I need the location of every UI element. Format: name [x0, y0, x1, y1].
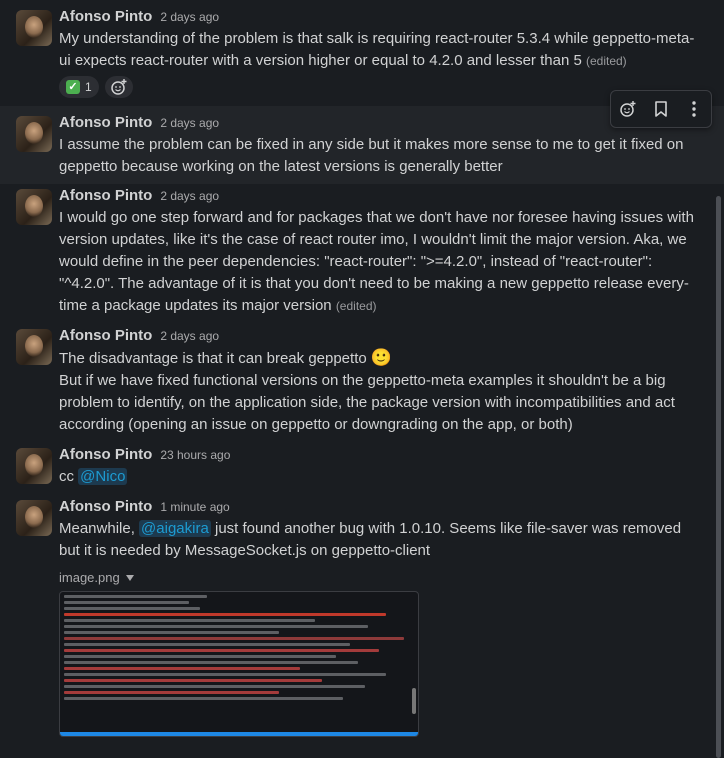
reaction-count: 1 [85, 80, 92, 94]
message: Afonso Pinto 23 hours ago cc @Nico [0, 446, 724, 488]
edited-label: (edited) [585, 54, 627, 68]
more-actions-button[interactable] [681, 96, 707, 122]
caret-down-icon [125, 574, 134, 581]
avatar[interactable] [16, 189, 52, 225]
edited-label: (edited) [335, 299, 377, 313]
reaction-check[interactable]: ✓ 1 [59, 76, 99, 98]
timestamp[interactable]: 2 days ago [160, 116, 219, 130]
message: Afonso Pinto 2 days ago The disadvantage … [0, 327, 724, 436]
more-vertical-icon [692, 101, 697, 117]
add-emoji-icon [619, 101, 636, 117]
author-name[interactable]: Afonso Pinto [59, 187, 152, 204]
author-name[interactable]: Afonso Pinto [59, 498, 152, 515]
message: Afonso Pinto 2 days ago I would go one st… [0, 187, 724, 317]
attachment-filename[interactable]: image.png [59, 570, 120, 585]
author-name[interactable]: Afonso Pinto [59, 446, 152, 463]
user-mention[interactable]: @Nico [78, 468, 128, 485]
avatar[interactable] [16, 10, 52, 46]
slightly-smiling-emoji: 🙂 [370, 348, 393, 367]
avatar[interactable] [16, 500, 52, 536]
message-text: cc @Nico [59, 468, 128, 485]
message-text: My understanding of the problem is that … [59, 30, 695, 69]
avatar[interactable] [16, 116, 52, 152]
avatar[interactable] [16, 329, 52, 365]
message-text: I would go one step forward and for pack… [59, 209, 694, 314]
timestamp[interactable]: 1 minute ago [160, 500, 229, 514]
add-reaction-button[interactable] [104, 76, 133, 98]
preview-scrollbar [412, 688, 416, 714]
timestamp[interactable]: 2 days ago [160, 329, 219, 343]
message-text: The disadvantage is that it can break ge… [59, 348, 675, 433]
message-actions-toolbar [610, 90, 712, 128]
author-name[interactable]: Afonso Pinto [59, 327, 152, 344]
message: Afonso Pinto 2 days ago My understanding … [0, 8, 724, 98]
preview-status-bar [60, 732, 418, 736]
image-attachment-preview[interactable] [59, 591, 419, 737]
checkmark-icon: ✓ [66, 80, 80, 94]
save-bookmark-action[interactable] [648, 96, 674, 122]
author-name[interactable]: Afonso Pinto [59, 8, 152, 25]
message-text: Meanwhile, @aigakira just found another … [59, 520, 682, 559]
timestamp[interactable]: 23 hours ago [160, 448, 230, 462]
add-emoji-icon [110, 79, 127, 95]
timestamp[interactable]: 2 days ago [160, 10, 219, 24]
scrollbar[interactable] [716, 196, 721, 758]
add-reaction-action[interactable] [615, 96, 641, 122]
attachment-header[interactable]: image.png [59, 570, 704, 585]
timestamp[interactable]: 2 days ago [160, 189, 219, 203]
user-mention[interactable]: @aigakira [139, 520, 211, 537]
bookmark-icon [655, 101, 667, 117]
message: Afonso Pinto 1 minute ago Meanwhile, @aig… [0, 498, 724, 737]
message-text: I assume the problem can be fixed in any… [59, 136, 684, 175]
author-name[interactable]: Afonso Pinto [59, 114, 152, 131]
avatar[interactable] [16, 448, 52, 484]
